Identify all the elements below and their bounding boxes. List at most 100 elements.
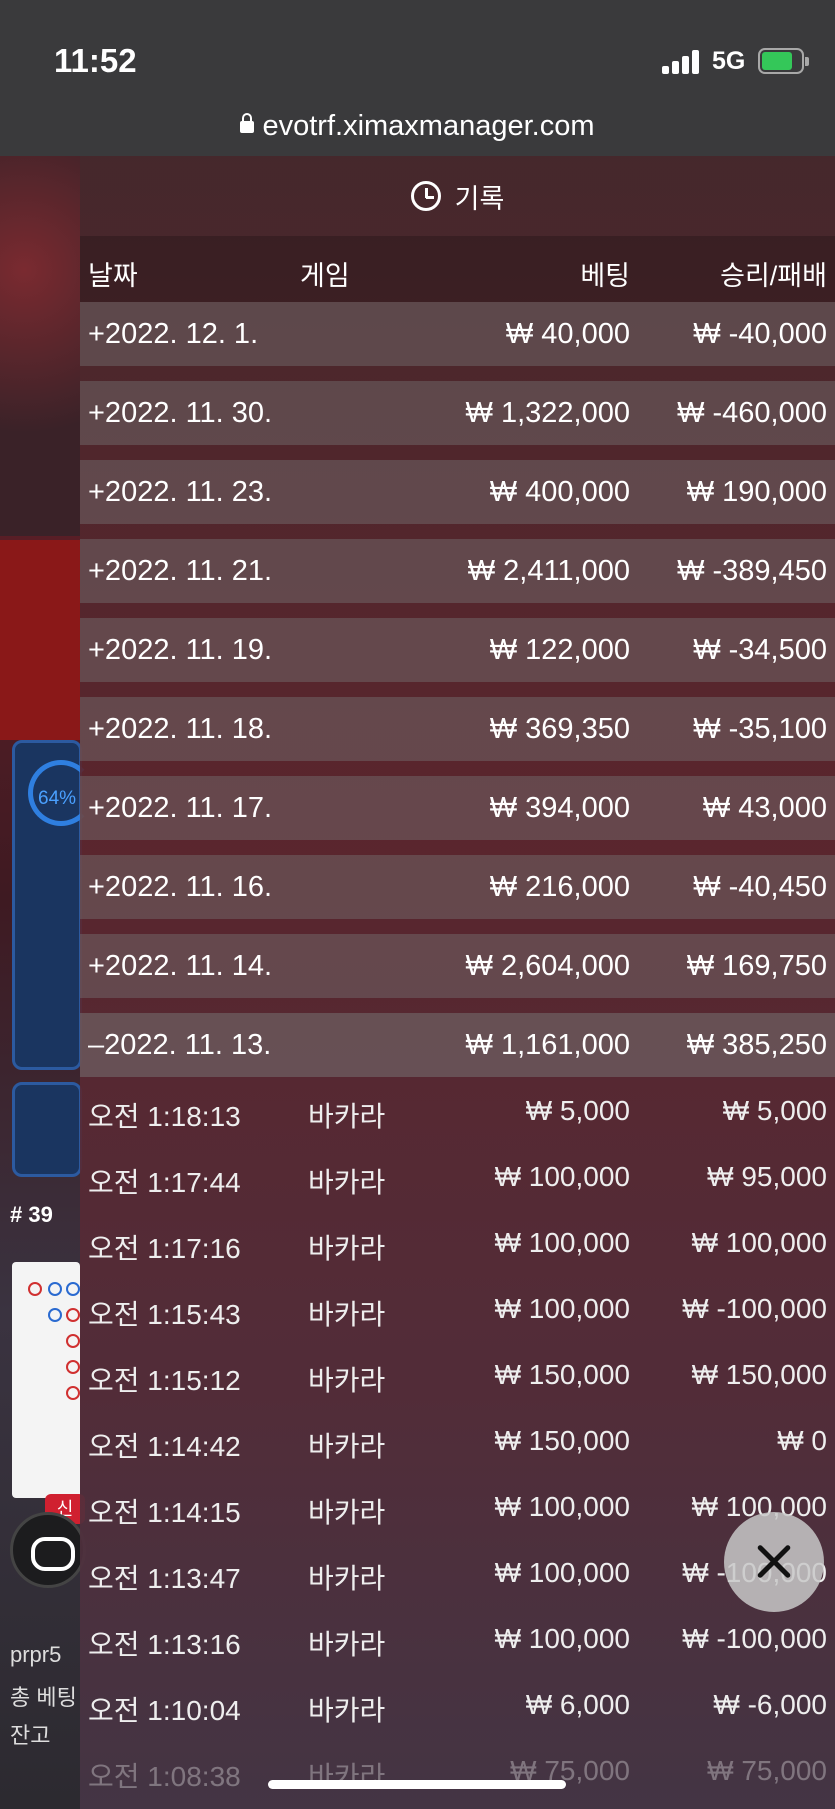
day-date: +2022. 11. 16. [88, 871, 273, 903]
day-row[interactable]: +2022. 11. 16. ₩ 216,000 ₩ -40,450 [80, 855, 835, 919]
tx-game: 바카라 [308, 1563, 386, 1594]
day-bet: ₩ 40,000 [505, 318, 630, 350]
day-row-expanded[interactable]: –2022. 11. 13. ₩ 1,161,000 ₩ 385,250 [80, 1013, 835, 1077]
tx-game: 바카라 [308, 1167, 386, 1198]
background-decoration [0, 156, 80, 536]
transaction-row: 오전 1:18:13 바카라 ₩ 5,000 ₩ 5,000 [80, 1077, 835, 1143]
tx-bet: ₩ 100,000 [494, 1491, 630, 1522]
history-panel: 기록 날짜 게임 베팅 승리/패배 +2022. 12. 1. ₩ 40,000 ₩… [80, 156, 835, 1809]
balance-label: 잔고 [10, 1723, 51, 1748]
total-bet-label: 총 베팅 [10, 1685, 77, 1710]
tx-bet: ₩ 150,000 [494, 1425, 630, 1456]
network-type: 5G [712, 47, 746, 75]
day-date: +2022. 11. 18. [88, 713, 273, 745]
day-bet: ₩ 1,322,000 [465, 397, 630, 429]
transaction-row: 오전 1:15:43 바카라 ₩ 100,000 ₩ -100,000 [80, 1275, 835, 1341]
day-bet: ₩ 394,000 [489, 792, 630, 824]
tx-win-loss: ₩ 5,000 [722, 1095, 827, 1126]
day-row[interactable]: +2022. 12. 1. ₩ 40,000 ₩ -40,000 [80, 302, 835, 366]
home-indicator [268, 1780, 566, 1789]
day-win-loss: ₩ 190,000 [686, 476, 827, 508]
day-bet: ₩ 216,000 [489, 871, 630, 903]
day-date: +2022. 11. 14. [88, 950, 273, 982]
day-date: +2022. 11. 19. [88, 634, 273, 666]
transaction-row: 오전 1:17:44 바카라 ₩ 100,000 ₩ 95,000 [80, 1143, 835, 1209]
tx-time: 오전 1:15:12 [88, 1365, 241, 1396]
tx-game: 바카라 [308, 1101, 386, 1132]
tx-time: 오전 1:13:16 [88, 1629, 241, 1660]
day-win-loss: ₩ -460,000 [677, 397, 827, 429]
tx-game: 바카라 [308, 1761, 386, 1792]
address-bar[interactable]: evotrf.ximaxmanager.com [0, 110, 835, 143]
transaction-row: 오전 1:13:16 바카라 ₩ 100,000 ₩ -100,000 [80, 1605, 835, 1671]
transaction-row: 오전 1:14:42 바카라 ₩ 150,000 ₩ 0 [80, 1407, 835, 1473]
bead-road [12, 1262, 80, 1498]
transaction-row: 오전 1:08:38 바카라 ₩ 75,000 ₩ 75,000 [80, 1737, 835, 1803]
battery-icon [758, 48, 809, 74]
transaction-row: 오전 1:13:47바카라₩ 100,000₩ -100,000 [80, 1539, 835, 1605]
day-date: +2022. 11. 23. [88, 476, 273, 508]
history-column-header: 날짜 게임 베팅 승리/패배 [80, 236, 835, 302]
day-bet: ₩ 400,000 [489, 476, 630, 508]
background-table [0, 540, 80, 740]
close-icon[interactable] [724, 1512, 824, 1612]
status-and-address-bar: 11:52 5G evotrf.ximaxmanager.com [0, 0, 835, 156]
day-row[interactable]: +2022. 11. 21. ₩ 2,411,000 ₩ -389,450 [80, 539, 835, 603]
round-number: # 39 [10, 1202, 53, 1227]
day-row[interactable]: +2022. 11. 23. ₩ 400,000 ₩ 190,000 [80, 460, 835, 524]
day-row[interactable]: +2022. 11. 30. ₩ 1,322,000 ₩ -460,000 [80, 381, 835, 445]
tx-win-loss: ₩ 100,000 [691, 1227, 827, 1258]
day-row[interactable]: +2022. 11. 18. ₩ 369,350 ₩ -35,100 [80, 697, 835, 761]
tx-win-loss: ₩ -100,000 [682, 1293, 827, 1324]
tx-bet: ₩ 100,000 [494, 1557, 630, 1588]
chip-icon[interactable] [10, 1512, 86, 1588]
username: prpr5 [10, 1642, 62, 1667]
bet-card[interactable] [12, 1082, 82, 1177]
progress-percent: 64% [38, 788, 77, 809]
transaction-row: 오전 1:17:16 바카라 ₩ 100,000 ₩ 100,000 [80, 1209, 835, 1275]
tx-bet: ₩ 6,000 [525, 1689, 630, 1720]
tx-bet: ₩ 5,000 [525, 1095, 630, 1126]
tx-game: 바카라 [308, 1629, 386, 1660]
tx-time: 오전 1:13:47 [88, 1563, 241, 1594]
tx-time: 오전 1:17:44 [88, 1167, 241, 1198]
tx-win-loss: ₩ -6,000 [713, 1689, 827, 1720]
day-win-loss: ₩ 385,250 [686, 1029, 827, 1061]
day-win-loss: ₩ 43,000 [702, 792, 827, 824]
history-title: 기록 [454, 183, 505, 214]
tx-bet: ₩ 150,000 [494, 1359, 630, 1390]
day-bet: ₩ 2,411,000 [467, 555, 630, 587]
transaction-row: 오전 1:15:12 바카라 ₩ 150,000 ₩ 150,000 [80, 1341, 835, 1407]
tx-time: 오전 1:14:42 [88, 1431, 241, 1462]
day-date: +2022. 11. 17. [88, 792, 273, 824]
day-row[interactable]: +2022. 11. 19. ₩ 122,000 ₩ -34,500 [80, 618, 835, 682]
tx-bet: ₩ 100,000 [494, 1623, 630, 1654]
tx-win-loss: ₩ 95,000 [707, 1161, 827, 1192]
day-win-loss: ₩ -389,450 [677, 555, 827, 587]
signal-icon [662, 50, 702, 74]
day-win-loss: ₩ -35,100 [693, 713, 827, 745]
tx-game: 바카라 [308, 1497, 386, 1528]
column-game: 게임 [300, 261, 350, 291]
history-rows: +2022. 12. 1. ₩ 40,000 ₩ -40,000 +2022. 11… [80, 302, 835, 1803]
tx-bet: ₩ 100,000 [494, 1227, 630, 1258]
transaction-row: 오전 1:10:04 바카라 ₩ 6,000 ₩ -6,000 [80, 1671, 835, 1737]
tx-game: 바카라 [308, 1365, 386, 1396]
tx-time: 오전 1:14:15 [88, 1497, 241, 1528]
day-row[interactable]: +2022. 11. 14. ₩ 2,604,000 ₩ 169,750 [80, 934, 835, 998]
status-time: 11:52 [54, 42, 137, 79]
tx-win-loss: ₩ 0 [777, 1425, 827, 1456]
tx-bet: ₩ 100,000 [494, 1161, 630, 1192]
tx-win-loss: ₩ -100,000 [682, 1623, 827, 1654]
day-date: +2022. 11. 21. [88, 555, 273, 587]
tx-time: 오전 1:08:38 [88, 1761, 241, 1792]
tx-bet: ₩ 100,000 [494, 1293, 630, 1324]
day-row[interactable]: +2022. 11. 17. ₩ 394,000 ₩ 43,000 [80, 776, 835, 840]
tx-time: 오전 1:17:16 [88, 1233, 241, 1264]
column-date: 날짜 [88, 261, 138, 291]
history-icon [410, 181, 441, 211]
tx-game: 바카라 [308, 1695, 386, 1726]
tx-win-loss: ₩ 150,000 [691, 1359, 827, 1390]
tx-game: 바카라 [308, 1431, 386, 1462]
day-bet: ₩ 1,161,000 [465, 1029, 630, 1061]
